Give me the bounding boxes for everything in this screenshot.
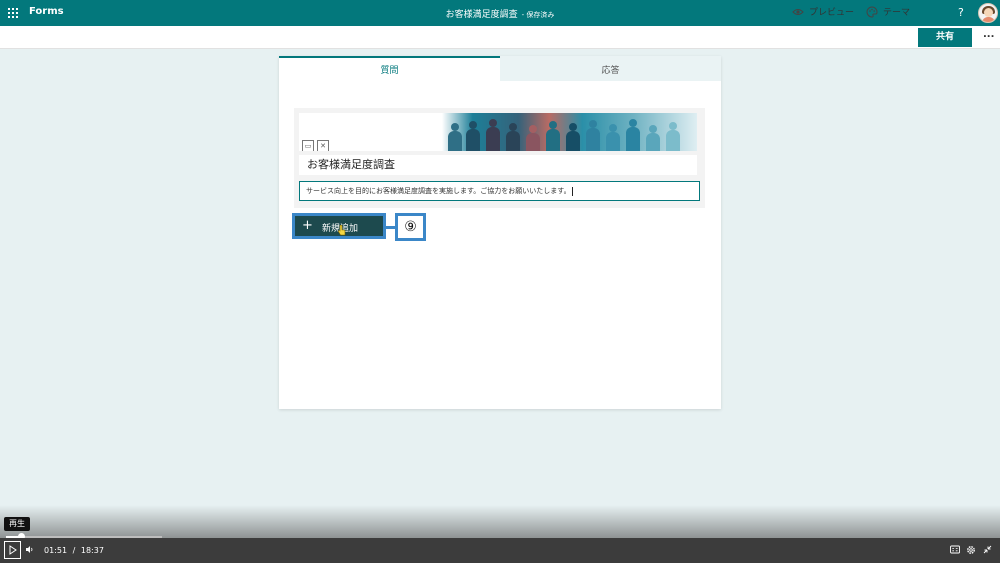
hand-cursor-icon	[338, 225, 346, 236]
form-header-section: ▭ ✕ お客様満足度調査 サービス向上を目的にお客様満足度調査を実施します。ご協…	[294, 108, 705, 208]
tab-responses[interactable]: 応答	[500, 56, 721, 81]
more-options-icon[interactable]: ...	[983, 29, 994, 40]
time-display: 01:51 / 18:37	[44, 546, 104, 555]
theme-label: テーマ	[883, 8, 911, 18]
save-status: - 保存済み	[521, 11, 555, 19]
eye-icon	[792, 8, 804, 15]
theme-button[interactable]: テーマ	[866, 5, 910, 18]
duration: 18:37	[80, 546, 104, 555]
form-description-text: サービス向上を目的にお客様満足度調査を実施します。ご協力をお願いいたします。	[306, 187, 571, 195]
document-title-text: お客様満足度調査	[445, 10, 518, 20]
play-button[interactable]	[4, 541, 21, 559]
plus-icon: +	[302, 218, 313, 233]
preview-button[interactable]: プレビュー	[792, 5, 854, 18]
captions-icon[interactable]	[950, 545, 960, 554]
preview-label: プレビュー	[809, 8, 855, 18]
command-bar	[0, 26, 1000, 49]
form-banner-image[interactable]: ▭ ✕	[299, 113, 697, 151]
delete-image-icon[interactable]: ✕	[317, 140, 329, 151]
form-title-field[interactable]: お客様満足度調査	[299, 155, 697, 175]
form-description-field[interactable]: サービス向上を目的にお客様満足度調査を実施します。ご協力をお願いいたします。	[299, 181, 700, 201]
step-callout: ⑨	[395, 213, 426, 241]
text-caret	[571, 186, 573, 196]
tab-questions[interactable]: 質問	[279, 56, 500, 81]
help-button[interactable]: ?	[958, 6, 964, 19]
palette-icon	[866, 5, 878, 18]
player-gradient	[0, 505, 1000, 538]
exit-fullscreen-icon[interactable]	[983, 545, 992, 554]
play-tooltip: 再生	[4, 517, 30, 531]
video-player-bar	[0, 538, 1000, 563]
volume-icon[interactable]	[25, 545, 34, 554]
change-image-icon[interactable]: ▭	[302, 140, 314, 151]
people-silhouette-image	[442, 113, 697, 151]
play-icon	[9, 545, 17, 555]
user-avatar[interactable]	[978, 3, 998, 23]
current-time: 01:51	[44, 546, 68, 555]
share-button[interactable]: 共有	[918, 28, 972, 47]
time-separator: /	[72, 546, 76, 555]
settings-gear-icon[interactable]	[966, 545, 976, 555]
